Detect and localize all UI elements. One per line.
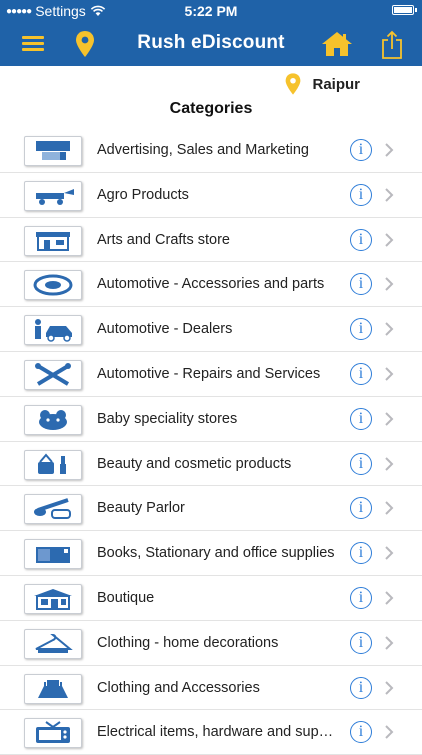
- chevron-right-icon: [385, 680, 394, 695]
- category-row[interactable]: Clothing and Accessories i: [0, 666, 422, 711]
- nav-bar: Rush eDiscount: [0, 22, 422, 66]
- category-label: Agro Products: [97, 186, 189, 203]
- category-row[interactable]: Clothing - home decorations i: [0, 621, 422, 666]
- home-button[interactable]: [320, 30, 354, 58]
- category-label: Automotive - Accessories and parts: [97, 276, 325, 293]
- chevron-right-icon: [385, 725, 394, 740]
- category-label: Boutique: [97, 589, 155, 606]
- info-icon[interactable]: i: [350, 228, 372, 251]
- boutique-icon: [24, 583, 82, 614]
- category-row[interactable]: Automotive - Accessories and parts i: [0, 262, 422, 308]
- category-row[interactable]: Advertising, Sales and Marketing i: [0, 128, 422, 173]
- chevron-right-icon: [385, 143, 394, 157]
- chevron-right-icon: [385, 412, 394, 426]
- category-label: Clothing and Accessories: [97, 679, 260, 696]
- teddy-bear-icon: [24, 404, 82, 435]
- category-label: Baby speciality stores: [97, 410, 238, 427]
- info-icon[interactable]: i: [350, 721, 372, 744]
- share-button[interactable]: [380, 30, 408, 59]
- tire-icon: [24, 270, 82, 301]
- storefront-icon: [24, 225, 82, 256]
- share-icon: [382, 30, 402, 59]
- category-label: Advertising, Sales and Marketing: [97, 142, 309, 158]
- wrench-icon: [24, 359, 82, 390]
- category-row[interactable]: Beauty and cosmetic products i: [0, 442, 422, 487]
- chevron-right-icon: [385, 636, 394, 650]
- chevron-right-icon: [385, 367, 394, 381]
- cosmetics-icon: [24, 449, 82, 480]
- category-row[interactable]: Automotive - Repairs and Services i: [0, 352, 422, 397]
- category-label: Arts and Crafts store: [97, 231, 230, 248]
- chevron-right-icon: [385, 277, 394, 292]
- category-label: Beauty and cosmetic products: [97, 455, 292, 472]
- category-label: Beauty Parlor: [97, 500, 185, 517]
- makeup-brush-icon: [24, 494, 82, 525]
- chevron-right-icon: [385, 546, 394, 560]
- info-icon[interactable]: i: [350, 586, 372, 609]
- category-row[interactable]: Agro Products i: [0, 173, 422, 218]
- info-icon[interactable]: i: [350, 139, 372, 161]
- category-label: Clothing - home decorations: [97, 634, 279, 651]
- category-label: Books, Stationary and office supplies: [97, 545, 335, 562]
- category-row[interactable]: Arts and Crafts store i: [0, 218, 422, 263]
- category-row[interactable]: Automotive - Dealers i: [0, 307, 422, 352]
- info-icon[interactable]: i: [350, 273, 372, 296]
- info-icon[interactable]: i: [350, 362, 372, 385]
- chevron-right-icon: [385, 501, 394, 516]
- current-location[interactable]: Raipur: [284, 72, 360, 96]
- category-row[interactable]: Baby speciality stores i: [0, 397, 422, 442]
- page-title: Categories: [169, 100, 253, 117]
- status-bar: ●●●●● Settings 5:22 PM: [0, 0, 422, 22]
- status-time: 5:22 PM: [184, 3, 238, 19]
- location-city: Raipur: [312, 75, 360, 93]
- dress-icon: [24, 673, 82, 704]
- chevron-right-icon: [385, 591, 394, 605]
- chevron-right-icon: [385, 188, 394, 202]
- category-label: Automotive - Dealers: [97, 321, 233, 338]
- info-icon[interactable]: i: [350, 183, 372, 206]
- tractor-icon: [24, 180, 82, 211]
- app-title: Rush eDiscount: [137, 32, 285, 53]
- info-icon[interactable]: i: [350, 676, 372, 699]
- hanger-icon: [24, 628, 82, 659]
- chevron-right-icon: [385, 322, 394, 336]
- car-dealer-icon: [24, 315, 82, 346]
- billboard-icon: [24, 136, 82, 166]
- info-icon[interactable]: i: [350, 452, 372, 475]
- battery-icon: [392, 5, 417, 15]
- location-pin-icon: [286, 73, 301, 95]
- info-icon[interactable]: i: [350, 318, 372, 341]
- info-icon[interactable]: i: [350, 542, 372, 565]
- home-icon: [322, 32, 352, 56]
- books-icon: [24, 539, 82, 570]
- category-row[interactable]: Electrical items, hardware and supplies i: [0, 710, 422, 755]
- category-label: Automotive - Repairs and Services: [97, 365, 321, 382]
- info-icon[interactable]: i: [350, 497, 372, 520]
- info-icon[interactable]: i: [350, 631, 372, 654]
- category-list: Advertising, Sales and Marketing i Agro Pr…: [0, 128, 422, 755]
- chevron-right-icon: [385, 456, 394, 471]
- info-icon[interactable]: i: [350, 407, 372, 430]
- category-row[interactable]: Books, Stationary and office supplies i: [0, 531, 422, 576]
- category-label: Electrical items, hardware and supplies: [97, 724, 341, 741]
- category-row[interactable]: Beauty Parlor i: [0, 486, 422, 532]
- chevron-right-icon: [385, 232, 394, 247]
- category-row[interactable]: Boutique i: [0, 576, 422, 621]
- tv-icon: [24, 718, 82, 749]
